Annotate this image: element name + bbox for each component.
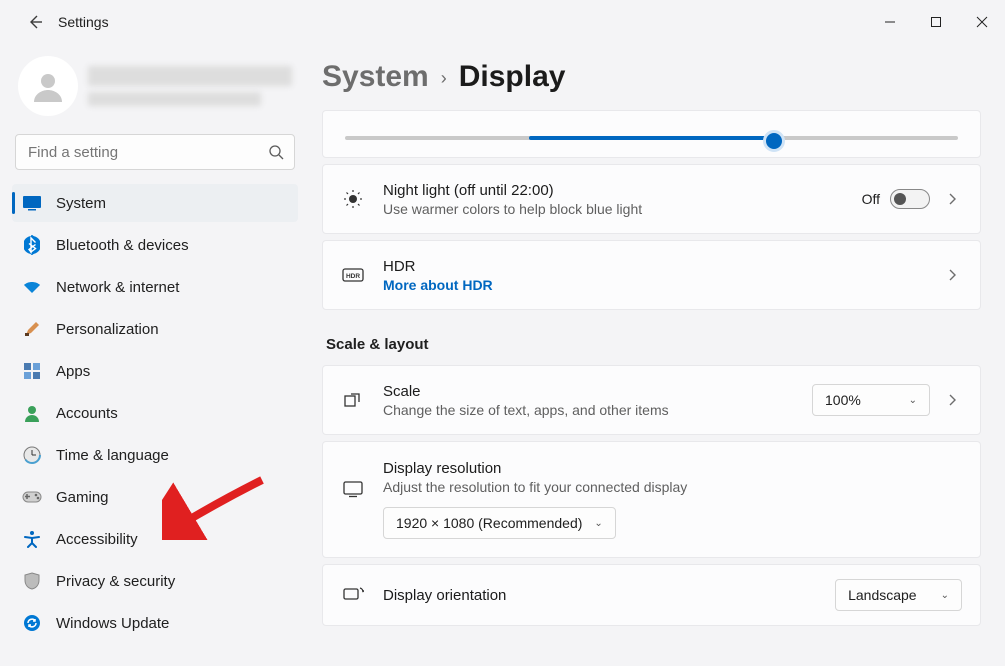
maximize-icon [930,16,942,28]
sidebar-item-label: Windows Update [56,615,169,632]
night-light-state-label: Off [862,191,880,207]
clock-icon [22,445,42,465]
person-icon [22,403,42,423]
night-light-title: Night light (off until 22:00) [383,182,844,199]
search-box[interactable] [15,134,295,170]
close-button[interactable] [959,0,1005,44]
resolution-icon [342,480,364,498]
night-light-subtitle: Use warmer colors to help block blue lig… [383,201,844,217]
orientation-title: Display orientation [383,587,817,604]
sidebar-item-accessibility[interactable]: Accessibility [12,520,298,558]
access-icon [22,529,42,549]
system-icon [22,193,42,213]
chevron-down-icon: ⌄ [594,518,602,529]
sidebar-item-label: Gaming [56,489,109,506]
sidebar-item-privacy-security[interactable]: Privacy & security [12,562,298,600]
night-light-row[interactable]: Night light (off until 22:00) Use warmer… [323,165,980,233]
orientation-dropdown[interactable]: Landscape ⌄ [835,579,962,611]
sidebar-item-label: Time & language [56,447,169,464]
minimize-icon [884,16,896,28]
chevron-right-icon [948,268,962,282]
search-input[interactable] [26,143,268,162]
night-light-icon [343,189,363,209]
hdr-link[interactable]: More about HDR [383,277,930,293]
sidebar-item-label: Personalization [56,321,159,338]
sidebar-item-gaming[interactable]: Gaming [12,478,298,516]
bluetooth-icon [22,235,42,255]
brightness-card [322,110,981,158]
arrow-left-icon [27,14,43,30]
game-icon [22,487,42,507]
chevron-down-icon: ⌄ [941,590,949,601]
window-title: Settings [58,14,109,30]
resolution-subtitle: Adjust the resolution to fit your connec… [383,479,962,495]
orientation-icon [342,586,364,604]
sidebar-item-label: Accessibility [56,531,138,548]
sidebar-item-label: Bluetooth & devices [56,237,189,254]
scale-icon [343,390,363,410]
maximize-button[interactable] [913,0,959,44]
back-button[interactable] [26,13,44,31]
sidebar-item-label: Apps [56,363,90,380]
breadcrumb-current: Display [459,60,566,94]
sidebar-item-accounts[interactable]: Accounts [12,394,298,432]
orientation-value: Landscape [848,587,917,603]
brush-icon [22,319,42,339]
orientation-row: Display orientation Landscape ⌄ [323,565,980,625]
sidebar-item-system[interactable]: System [12,184,298,222]
sidebar-item-network-internet[interactable]: Network & internet [12,268,298,306]
hdr-title: HDR [383,258,930,275]
sidebar-item-label: Privacy & security [56,573,175,590]
sidebar-item-personalization[interactable]: Personalization [12,310,298,348]
account-info [88,66,292,106]
update-icon [22,613,42,633]
resolution-row: Display resolution Adjust the resolution… [323,442,980,557]
shield-icon [22,571,42,591]
chevron-right-icon [948,192,962,206]
close-icon [976,16,988,28]
sidebar-item-apps[interactable]: Apps [12,352,298,390]
sidebar-item-label: System [56,195,106,212]
breadcrumb-parent[interactable]: System [322,60,429,94]
sidebar-item-time-language[interactable]: Time & language [12,436,298,474]
hdr-icon: HDR [342,267,364,283]
scale-value: 100% [825,392,861,408]
brightness-slider[interactable] [345,127,958,147]
sidebar-item-label: Network & internet [56,279,179,296]
scale-title: Scale [383,383,794,400]
sidebar-item-windows-update[interactable]: Windows Update [12,604,298,642]
scale-subtitle: Change the size of text, apps, and other… [383,402,794,418]
chevron-down-icon: ⌄ [909,395,917,406]
search-icon [268,144,284,160]
hdr-row[interactable]: HDR HDR More about HDR [323,241,980,309]
breadcrumb: System › Display [322,60,981,94]
user-icon [30,68,66,104]
resolution-dropdown[interactable]: 1920 × 1080 (Recommended) ⌄ [383,507,616,539]
minimize-button[interactable] [867,0,913,44]
chevron-right-icon: › [441,68,447,89]
sidebar-item-bluetooth-devices[interactable]: Bluetooth & devices [12,226,298,264]
apps-icon [22,361,42,381]
chevron-right-icon [948,393,962,407]
avatar [18,56,78,116]
resolution-title: Display resolution [383,460,962,477]
account-header[interactable] [12,50,298,132]
wifi-icon [22,277,42,297]
night-light-toggle[interactable] [890,189,930,209]
section-scale-layout: Scale & layout [326,336,977,353]
sidebar-item-label: Accounts [56,405,118,422]
scale-row[interactable]: Scale Change the size of text, apps, and… [323,366,980,434]
scale-dropdown[interactable]: 100% ⌄ [812,384,930,416]
svg-text:HDR: HDR [346,273,360,280]
resolution-value: 1920 × 1080 (Recommended) [396,515,582,531]
